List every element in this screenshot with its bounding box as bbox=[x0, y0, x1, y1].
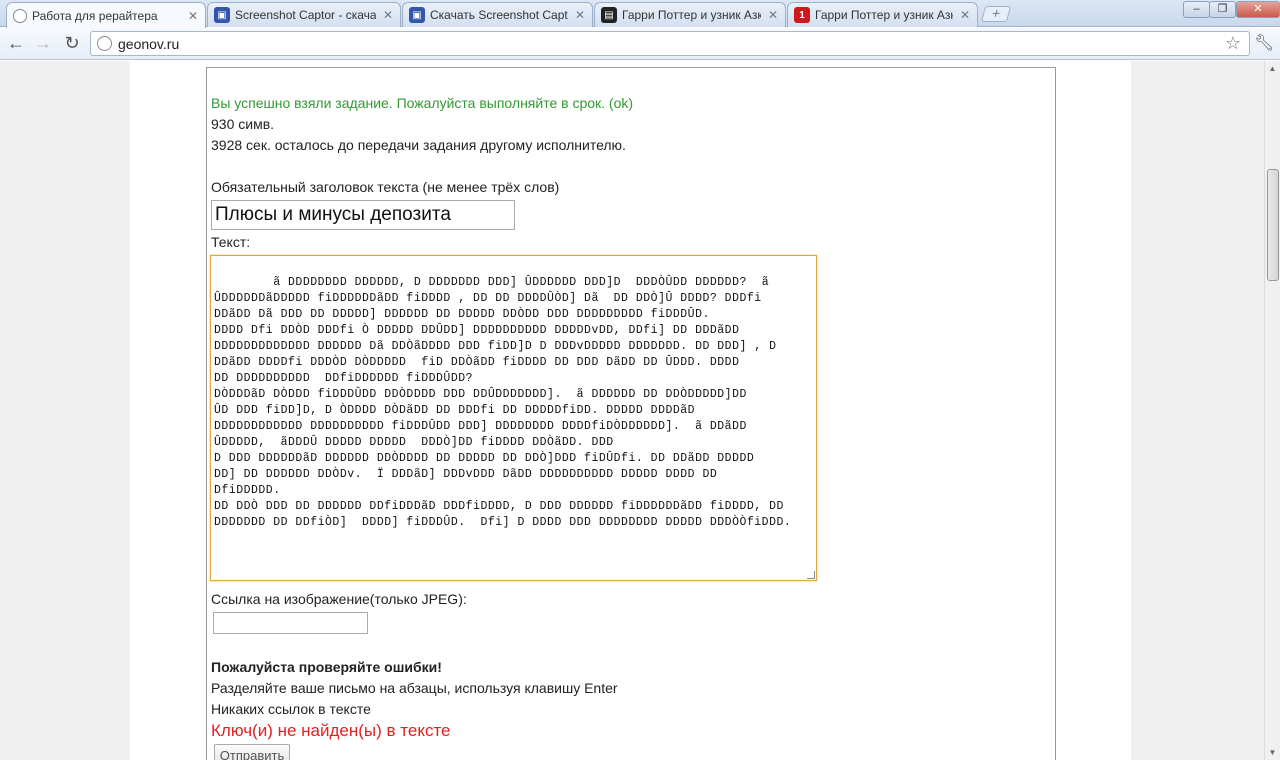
minimize-button[interactable]: – bbox=[1183, 1, 1210, 18]
resize-handle[interactable] bbox=[807, 571, 815, 579]
time-left: 3928 сек. осталось до передачи задания д… bbox=[211, 137, 626, 153]
scroll-up-arrow-icon[interactable]: ▲ bbox=[1265, 61, 1280, 76]
close-icon[interactable]: ✕ bbox=[767, 8, 779, 22]
browser-toolbar: ← → ↻ geonov.ru ☆ 🔧︎ bbox=[0, 28, 1280, 60]
no-links-hint: Никаких ссылок в тексте bbox=[211, 701, 371, 717]
scrollbar-thumb[interactable] bbox=[1267, 169, 1279, 281]
clapper-icon: ▤ bbox=[601, 7, 617, 23]
tab-rewriter-work[interactable]: Работа для рерайтера ✕ bbox=[6, 2, 206, 28]
page-column: Вы успешно взяли задание. Пожалуйста вып… bbox=[130, 61, 1131, 760]
channel-one-icon: 1 bbox=[794, 7, 810, 23]
text-body: ã DDDDDDDD DDDDDD, D DDDDDDD DDD] ÛDDDDD… bbox=[214, 276, 792, 529]
tab-title: Гарри Поттер и узник Азка bbox=[815, 8, 953, 22]
scroll-down-arrow-icon[interactable]: ▼ bbox=[1265, 745, 1280, 760]
tab-harry-potter-2[interactable]: 1 Гарри Поттер и узник Азка ✕ bbox=[787, 2, 978, 27]
image-link-label: Ссылка на изображение(только JPEG): bbox=[211, 591, 467, 607]
wrench-icon[interactable]: 🔧︎ bbox=[1254, 33, 1274, 53]
success-message: Вы успешно взяли задание. Пожалуйста вып… bbox=[211, 95, 634, 111]
tab-harry-potter-1[interactable]: ▤ Гарри Поттер и узник Азка ✕ bbox=[594, 2, 786, 27]
image-link-field[interactable] bbox=[213, 612, 368, 634]
close-icon[interactable]: ✕ bbox=[574, 8, 586, 22]
captor-icon: ▣ bbox=[409, 7, 425, 23]
close-icon[interactable]: ✕ bbox=[382, 8, 394, 22]
globe-icon bbox=[97, 36, 112, 51]
title-field[interactable] bbox=[211, 200, 515, 230]
star-icon[interactable]: ☆ bbox=[1225, 33, 1241, 54]
tab-strip: Работа для рерайтера ✕ ▣ Screenshot Capt… bbox=[0, 0, 1280, 28]
captor-icon: ▣ bbox=[214, 7, 230, 23]
forward-arrow-icon[interactable]: → bbox=[31, 32, 55, 56]
close-icon[interactable]: ✕ bbox=[187, 9, 199, 23]
task-panel: Вы успешно взяли задание. Пожалуйста вып… bbox=[206, 67, 1056, 760]
url-text: geonov.ru bbox=[118, 36, 180, 52]
tab-title: Гарри Поттер и узник Азка bbox=[622, 8, 761, 22]
globe-icon bbox=[13, 8, 27, 23]
tab-screenshot-captor-2[interactable]: ▣ Скачать Screenshot Captor ✕ bbox=[402, 2, 593, 27]
text-area[interactable]: ã DDDDDDDD DDDDDD, D DDDDDDD DDD] ÛDDDDD… bbox=[210, 255, 817, 581]
maximize-button[interactable]: ❐ bbox=[1209, 1, 1236, 18]
reload-icon[interactable]: ↻ bbox=[60, 32, 84, 56]
page-viewport: Вы успешно взяли задание. Пожалуйста вып… bbox=[0, 61, 1264, 760]
title-label: Обязательный заголовок текста (не менее … bbox=[211, 179, 560, 195]
char-count: 930 симв. bbox=[211, 116, 275, 132]
new-tab-button[interactable]: + bbox=[980, 5, 1012, 22]
back-arrow-icon[interactable]: ← bbox=[4, 32, 28, 56]
close-icon[interactable]: ✕ bbox=[959, 8, 971, 22]
keys-error: Ключ(и) не найден(ы) в тексте bbox=[211, 721, 451, 740]
tab-screenshot-captor-1[interactable]: ▣ Screenshot Captor - скачат ✕ bbox=[207, 2, 401, 27]
tab-title: Работа для рерайтера bbox=[32, 8, 158, 23]
window-close-button[interactable]: ✕ bbox=[1236, 1, 1280, 18]
submit-button[interactable]: Отправить bbox=[214, 744, 290, 760]
tab-title: Скачать Screenshot Captor bbox=[430, 8, 568, 22]
text-label: Текст: bbox=[211, 234, 251, 250]
vertical-scrollbar[interactable]: ▲ ▼ bbox=[1264, 61, 1280, 760]
check-heading: Пожалуйста проверяйте ошибки! bbox=[211, 659, 442, 675]
address-bar[interactable]: geonov.ru ☆ bbox=[90, 31, 1250, 56]
tab-title: Screenshot Captor - скачат bbox=[235, 8, 376, 22]
paragraph-hint: Разделяйте ваше письмо на абзацы, исполь… bbox=[211, 680, 618, 696]
